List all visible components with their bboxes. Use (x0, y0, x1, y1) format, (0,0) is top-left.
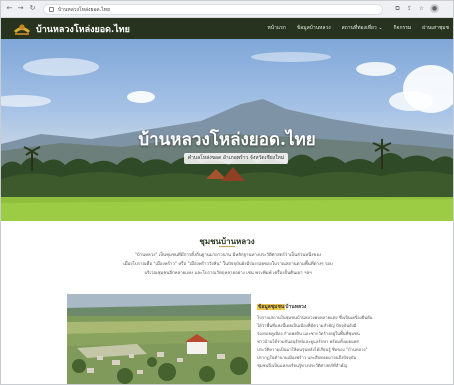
hero-subtitle: ตำบลโหล่งขอด อำเภอพร้าว จังหวัดเชียงใหม่ (184, 153, 288, 164)
reload-icon[interactable]: ↻ (28, 4, 37, 13)
address-bar[interactable]: บ้านหลวงโหล่งยอด.ไทย (43, 4, 383, 15)
site-header: บ้านหลวงโหล่งยอด.ไทย หน้าแรก ข้อมูลบ้านห… (1, 18, 453, 39)
card-body-line: ได้ว่าพื้นที่แห่งนี้เคยเป็นเมืองที่มีควา… (257, 323, 357, 328)
village-aerial-photo (67, 294, 251, 384)
profile-icon[interactable]: ● (430, 4, 439, 13)
share-icon[interactable]: ⇪ (405, 4, 414, 13)
section-body-line: "บ้านหลวง" เป็นชุมชนที่มีการตั้งถิ่นฐานม… (134, 253, 322, 258)
lock-icon (49, 7, 54, 12)
card-body-line: ชุมชนจึงเป็นแหล่งเรียนรู้ทางประวัติศาสตร… (257, 363, 348, 368)
card-title: ข้อมูลชุมชนบ้านหลวง (257, 303, 306, 311)
nav-item-more[interactable]: ผ่านเสาชุมช (422, 24, 449, 32)
browser-toolbar: ← → ↻ บ้านหลวงโหล่งยอด.ไทย ⧉ ⇪ ☆ ● (1, 1, 453, 18)
section-body-line: บริเวณชุมชนอีกหลายแห่ง และโบราณวัตถุหลาย… (144, 271, 312, 276)
card-body-line: ปรากฏในตำนานเมืองพร้าว และสืบทอดมาจนถึงป… (257, 355, 357, 360)
site-logo-icon[interactable] (13, 21, 31, 36)
section-body-line: เมืองโบราณคือ "เมืองพร้าว" หรือ "เมืองพร… (123, 262, 333, 267)
card-body-line: ประวัติความเป็นมาให้คนรุ่นหลังได้เรียนรู… (257, 347, 368, 352)
url-text: บ้านหลวงโหล่งยอด.ไทย (58, 7, 111, 13)
card-body-line: ชาวบ้านได้ร่วมกันอนุรักษ์และดูแลรักษา พร… (257, 339, 359, 344)
back-icon[interactable]: ← (5, 4, 14, 13)
forward-icon[interactable]: → (16, 4, 25, 13)
card-title-highlight: ข้อมูลชุมชน (257, 304, 286, 310)
section-body: "บ้านหลวง" เป็นชุมชนที่มีการตั้งถิ่นฐานม… (109, 251, 347, 278)
nav-item-home[interactable]: หน้าแรก (267, 24, 285, 32)
nav-item-info[interactable]: ข้อมูลบ้านหลวง (297, 24, 331, 32)
site-title[interactable]: บ้านหลวงโหล่งยอด.ไทย (36, 22, 130, 36)
extension-icon[interactable]: ⧉ (393, 4, 402, 13)
card-title-rest: บ้านหลวง (285, 304, 307, 310)
hero-title: บ้านหลวงโหล่งยอด.ไทย (138, 130, 316, 150)
nav-item-activities[interactable]: กิจกรรม (394, 24, 412, 32)
card-body-line: ร่องรอยคูเมือง กำแพงดิน และซากวัดร้างอยู… (257, 331, 360, 336)
browser-window: ← → ↻ บ้านหลวงโหล่งยอด.ไทย ⧉ ⇪ ☆ ● บ้านห… (0, 0, 454, 385)
hero-banner: บ้านหลวงโหล่งยอด.ไทย ตำบลโหล่งขอด อำเภอพ… (1, 39, 453, 221)
card-body: โบราณสถานในชุมชนบ้านหลวงพบหลายแห่ง ซึ่งเ… (257, 314, 383, 370)
main-nav: หน้าแรก ข้อมูลบ้านหลวง สถานที่ท่องเที่ยว… (267, 24, 449, 32)
star-icon[interactable]: ☆ (417, 4, 426, 13)
card-body-line: โบราณสถานในชุมชนบ้านหลวงพบหลายแห่ง ซึ่งเ… (257, 315, 373, 320)
section-divider (219, 246, 235, 247)
nav-item-attractions[interactable]: สถานที่ท่องเที่ยว ⌄ (342, 24, 383, 32)
